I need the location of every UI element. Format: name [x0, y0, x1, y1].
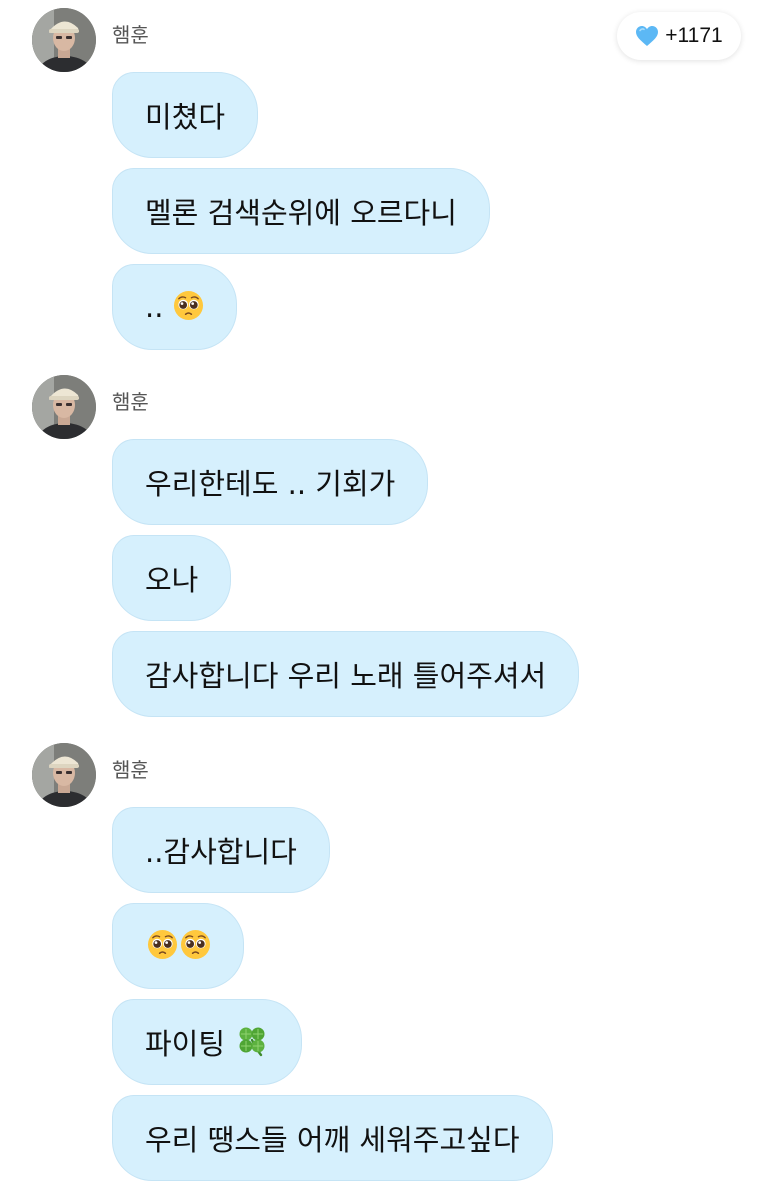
blue-heart-icon: [635, 25, 659, 47]
four-leaf-clover-icon: [235, 1023, 269, 1057]
message-bubble[interactable]: [112, 903, 244, 989]
message-text: 우리한테도 .. 기회가: [145, 467, 396, 501]
message-text: 미쳤다: [145, 100, 226, 134]
sender-name: 햄훈: [112, 758, 149, 782]
avatar[interactable]: [32, 8, 96, 72]
sender-name: 햄훈: [112, 23, 149, 47]
message-bubble[interactable]: 오나: [112, 535, 232, 621]
message-bubble[interactable]: ..: [112, 264, 238, 350]
message-bubble[interactable]: 미쳤다: [112, 72, 259, 158]
message-text: 감사합니다 우리 노래 틀어주셔서: [145, 659, 547, 693]
message-text: ..: [145, 290, 164, 324]
sender-name: 햄훈: [112, 390, 149, 414]
avatar[interactable]: [32, 743, 96, 807]
message-bubble[interactable]: 우리한테도 .. 기회가: [112, 439, 429, 525]
message-bubble[interactable]: 파이팅: [112, 999, 303, 1085]
message-bubble[interactable]: 멜론 검색순위에 오르다니: [112, 168, 490, 254]
avatar[interactable]: [32, 375, 96, 439]
message-bubble[interactable]: 감사합니다 우리 노래 틀어주셔서: [112, 631, 580, 717]
like-badge[interactable]: +1171: [617, 12, 741, 60]
message-text: 파이팅: [145, 1027, 226, 1061]
message-bubble[interactable]: ..감사합니다: [112, 807, 330, 893]
pleading-face-icon: [147, 929, 178, 960]
chat-view: +1171 햄훈 미쳤다 멜론 검색순위에 오르다니 .. 햄훈 우리한테도 .…: [0, 0, 766, 1199]
message-text: 오나: [145, 563, 199, 597]
message-text: 우리 땡스들 어깨 세워주고싶다: [145, 1123, 520, 1157]
pleading-face-icon: [173, 290, 204, 321]
pleading-face-icon: [180, 929, 211, 960]
like-count: +1171: [665, 24, 723, 47]
message-text: ..감사합니다: [145, 835, 297, 869]
message-bubble[interactable]: 우리 땡스들 어깨 세워주고싶다: [112, 1095, 553, 1181]
message-text: 멜론 검색순위에 오르다니: [145, 196, 457, 230]
